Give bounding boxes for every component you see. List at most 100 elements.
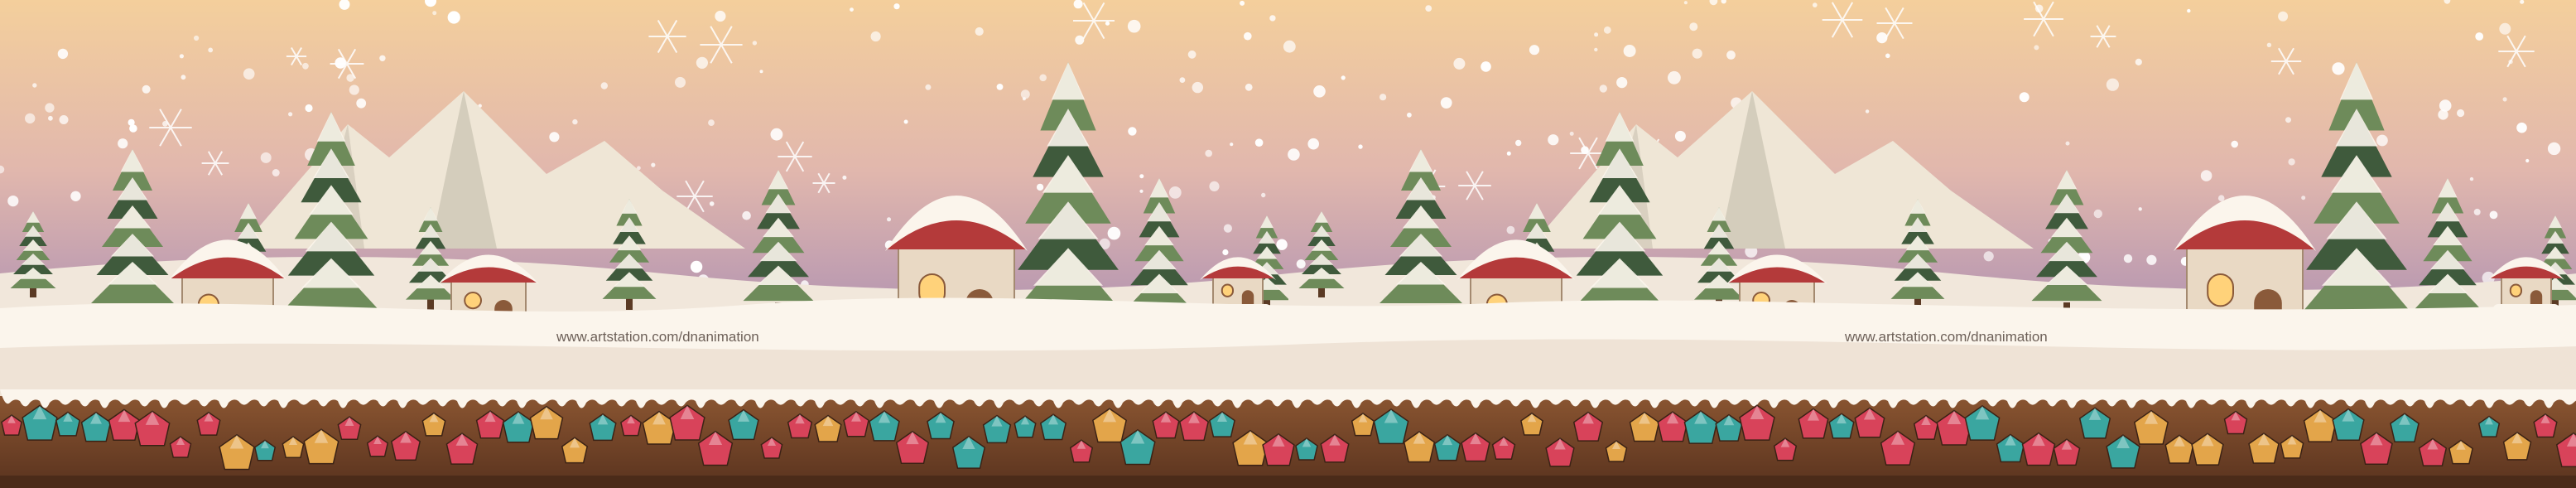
snowflake — [1358, 144, 1363, 149]
snowflake — [2475, 32, 2484, 41]
snowflake — [1283, 40, 1296, 53]
snowflake — [1244, 31, 1252, 41]
snowflake — [715, 10, 726, 22]
snowflake — [1240, 0, 1245, 6]
snowflake — [1983, 251, 1994, 262]
snowflake — [2516, 122, 2527, 133]
snowflake — [2547, 142, 2561, 156]
snowflake — [1674, 130, 1686, 142]
snowflake — [708, 119, 715, 127]
snowflake — [2469, 176, 2474, 181]
snowflake — [2439, 99, 2452, 112]
snowflake — [2200, 170, 2212, 181]
snowflake — [1205, 149, 1212, 157]
snowflake — [2438, 109, 2448, 120]
snowflake — [2065, 141, 2070, 146]
snowflake — [25, 113, 36, 124]
snowflake — [1453, 57, 1466, 70]
watermark-text: www.artstation.com/dnanimation — [556, 329, 759, 345]
watermark-text: www.artstation.com/dnanimation — [1844, 329, 2048, 345]
snowflake — [2138, 207, 2142, 211]
snowflake — [1276, 239, 1288, 250]
snowflake — [1128, 127, 1137, 136]
snowflake — [288, 112, 293, 117]
snowflake — [887, 217, 891, 222]
snowflake — [243, 68, 255, 80]
snowflake — [1865, 109, 1870, 114]
snowflake — [1529, 45, 1540, 56]
snowflake — [1168, 186, 1182, 199]
snowflake — [1192, 81, 1204, 94]
soil-bottom-edge — [0, 476, 2576, 488]
snowflake — [2332, 62, 2345, 75]
snowflake — [759, 70, 763, 74]
snowflake — [1223, 224, 1232, 233]
snowflake — [770, 128, 783, 141]
snowflake — [1341, 75, 1346, 80]
snowflake — [1885, 53, 1890, 59]
snowflake — [1548, 134, 1559, 146]
snowflake — [2187, 8, 2191, 13]
snowflake — [2457, 109, 2465, 118]
snowflake — [893, 3, 900, 10]
snowflake — [379, 55, 386, 62]
snowflake — [1569, 131, 1574, 136]
winter-village-scene: www.artstation.com/dnanimation www.artst… — [0, 0, 2576, 488]
snowflake — [1623, 45, 1636, 57]
snowflake — [208, 47, 214, 53]
snowflake — [1209, 181, 1220, 191]
snowflake — [1307, 138, 1319, 150]
window — [1221, 283, 1235, 297]
snowflake — [1139, 174, 1144, 179]
snowflake — [2217, 195, 2225, 201]
snowflake — [1689, 22, 1698, 31]
snowflake — [1313, 85, 1326, 98]
snowflake — [57, 48, 69, 60]
snowflake — [1506, 151, 1511, 156]
snowflake — [1261, 192, 1266, 198]
snowflake — [1692, 48, 1702, 59]
snowflake — [1603, 26, 1611, 34]
snowflake — [32, 83, 37, 88]
snowflake — [1187, 50, 1197, 59]
snowflake — [1179, 77, 1186, 83]
snowflake — [2266, 42, 2272, 47]
snowflake — [45, 103, 55, 113]
snowflake — [2135, 58, 2142, 65]
snowflake — [709, 201, 715, 206]
snowflake — [305, 104, 313, 113]
snowflake — [1105, 21, 1110, 26]
snowflake — [1245, 83, 1253, 91]
snowflake — [2489, 210, 2498, 220]
snowflake — [696, 56, 709, 69]
snowflake — [181, 75, 186, 80]
snowflake — [903, 119, 908, 124]
snowflake — [850, 7, 854, 12]
snowflake — [1107, 226, 1121, 240]
snowflake — [1594, 47, 1598, 52]
snowflake — [356, 98, 367, 109]
snowflake — [1726, 51, 1736, 60]
snowflake — [59, 115, 69, 124]
snowflake — [260, 152, 272, 163]
snowflake — [549, 132, 560, 143]
snowflake — [1254, 138, 1264, 147]
snowflake — [600, 82, 608, 89]
window — [2509, 283, 2523, 297]
snowflake — [1683, 1, 1688, 5]
snowflake — [2034, 45, 2039, 51]
snowflake — [2093, 209, 2102, 219]
snowflake — [2285, 117, 2291, 123]
snowflake — [2231, 140, 2238, 148]
snowflake — [2502, 97, 2507, 102]
snowflake — [1139, 189, 1144, 193]
snowflake — [1379, 94, 1387, 101]
snowflake — [1407, 112, 1412, 118]
snowflake — [842, 175, 847, 180]
snowflake — [690, 260, 703, 273]
soil-strip — [0, 396, 2576, 479]
snowflake — [2019, 92, 2030, 103]
snowflake — [996, 84, 1004, 90]
snowflake — [2301, 196, 2306, 201]
snowflake — [1230, 143, 1234, 147]
